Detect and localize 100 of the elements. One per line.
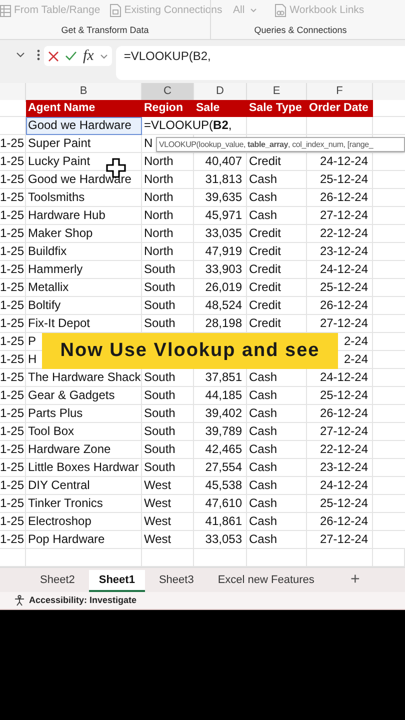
- table-cell: North: [142, 243, 194, 261]
- table-cell[interactable]: Good we Hardware: [26, 117, 142, 135]
- table-cell: 27-12-24: [307, 531, 373, 549]
- table-cell: 1-25: [0, 315, 26, 333]
- cancel-icon[interactable]: [48, 50, 59, 62]
- table-cell: 1-25: [0, 279, 26, 297]
- table-cell: 45,971: [194, 207, 247, 225]
- table-cell: South: [142, 387, 194, 405]
- table-cell: 25-12-24: [307, 495, 373, 513]
- table-cell: 48,524: [194, 297, 247, 315]
- table-cell: 39,789: [194, 423, 247, 441]
- table-cell: 47,919: [194, 243, 247, 261]
- table-cell: 26-12-24: [307, 189, 373, 207]
- table-cell: South: [142, 441, 194, 459]
- column-heading: Sale: [194, 100, 247, 117]
- table-cell: Cash: [247, 441, 307, 459]
- group-label: Get & Transform Data: [60, 24, 150, 36]
- table-cell: 27-12-24: [307, 207, 373, 225]
- table-cell: Cash: [247, 171, 307, 189]
- table-cell: Little Boxes Hardwar: [26, 459, 142, 477]
- sheet-tab[interactable]: Sheet3: [148, 570, 204, 592]
- table-cell: Buildfix: [26, 243, 142, 261]
- linked-document-icon: [274, 4, 287, 18]
- table-cell: South: [142, 405, 194, 423]
- accessibility-icon[interactable]: [14, 595, 25, 606]
- table-cell: 1-25: [0, 495, 26, 513]
- table-cell: 26-12-24: [307, 405, 373, 423]
- table-cell: Credit: [247, 261, 307, 279]
- table-cell: South: [142, 297, 194, 315]
- table-cell: 41,861: [194, 513, 247, 531]
- table-cell: Cash: [247, 405, 307, 423]
- table-cell: 45,538: [194, 477, 247, 495]
- check-icon[interactable]: [65, 51, 77, 61]
- table-cell: 1-25: [0, 225, 26, 243]
- table-cell: Tinker Tronics: [26, 495, 142, 513]
- table-cell: 24-12-24: [307, 261, 373, 279]
- column-heading: Sale Type: [247, 100, 307, 117]
- table-cell: 1-25: [0, 243, 26, 261]
- table-cell: North: [142, 225, 194, 243]
- sheet-tab[interactable]: Excel new Features: [208, 570, 324, 592]
- add-sheet-button[interactable]: +: [350, 570, 360, 592]
- sheet-tab[interactable]: Sheet1: [88, 570, 145, 592]
- column-heading: Agent Name: [26, 100, 142, 117]
- table-cell: 24-12-24: [307, 477, 373, 495]
- table-cell: 39,402: [194, 405, 247, 423]
- table-cell: 1-25: [0, 459, 26, 477]
- table-cell: 1-25: [0, 513, 26, 531]
- table-cell: 1-25: [0, 423, 26, 441]
- table-cell: 1-25: [0, 207, 26, 225]
- table-cell: Tool Box: [26, 423, 142, 441]
- table-cell: 1-25: [0, 297, 26, 315]
- table-cell: Cash: [247, 513, 307, 531]
- table-cell: Hardware Hub: [26, 207, 142, 225]
- table-cell: Cash: [247, 495, 307, 513]
- table-cell: 26-12-24: [307, 297, 373, 315]
- insert-function-button[interactable]: fx: [83, 48, 94, 64]
- table-cell: Parts Plus: [26, 405, 142, 423]
- table-cell: Gear & Gadgets: [26, 387, 142, 405]
- table-cell: 1-25: [0, 531, 26, 549]
- table-cell: 26-12-24: [307, 513, 373, 531]
- column-heading: Order Date: [307, 100, 373, 117]
- table-cell: 23-12-24: [307, 459, 373, 477]
- table-cell: South: [142, 423, 194, 441]
- table-cell: 1-25: [0, 189, 26, 207]
- table-cell: Credit: [247, 225, 307, 243]
- table-cell: Credit: [247, 297, 307, 315]
- table-cell: 44,185: [194, 387, 247, 405]
- video-caption: Now Use Vlookup and see: [42, 333, 338, 369]
- table-cell: Cash: [247, 531, 307, 549]
- table-cell: 23-12-24: [307, 243, 373, 261]
- table-cell: South: [142, 459, 194, 477]
- table-cell: 1-25: [0, 405, 26, 423]
- table-cell: South: [142, 279, 194, 297]
- sheet-tab[interactable]: Sheet2: [30, 570, 85, 592]
- table-icon: [0, 4, 11, 17]
- table-cell: 26,019: [194, 279, 247, 297]
- table-cell: West: [142, 495, 194, 513]
- table-cell: 39,635: [194, 189, 247, 207]
- table-cell: 1-25: [0, 261, 26, 279]
- table-cell: West: [142, 531, 194, 549]
- table-cell: 33,035: [194, 225, 247, 243]
- table-cell: North: [142, 171, 194, 189]
- formula-cell[interactable]: =VLOOKUP(B2,: [142, 117, 247, 135]
- chevron-down-icon[interactable]: [100, 54, 108, 58]
- table-cell: 1-25: [0, 333, 26, 351]
- table-cell: Super Paint: [26, 135, 142, 153]
- table-cell: Maker Shop: [26, 225, 142, 243]
- table-cell: 1-25: [0, 153, 26, 171]
- table-cell: Credit: [247, 153, 307, 171]
- table-cell: 25-12-24: [307, 279, 373, 297]
- table-cell: 25-12-24: [307, 171, 373, 189]
- chevron-down-icon[interactable]: [16, 52, 25, 58]
- table-cell: 47,610: [194, 495, 247, 513]
- table-cell: Metallix: [26, 279, 142, 297]
- table-cell: Hammerly: [26, 261, 142, 279]
- table-cell: 1-25: [0, 477, 26, 495]
- chevron-down-icon: [250, 8, 257, 14]
- table-cell: 31,813: [194, 171, 247, 189]
- formula-field[interactable]: =VLOOKUP(B2,: [116, 46, 405, 80]
- more-icon[interactable]: [37, 49, 40, 61]
